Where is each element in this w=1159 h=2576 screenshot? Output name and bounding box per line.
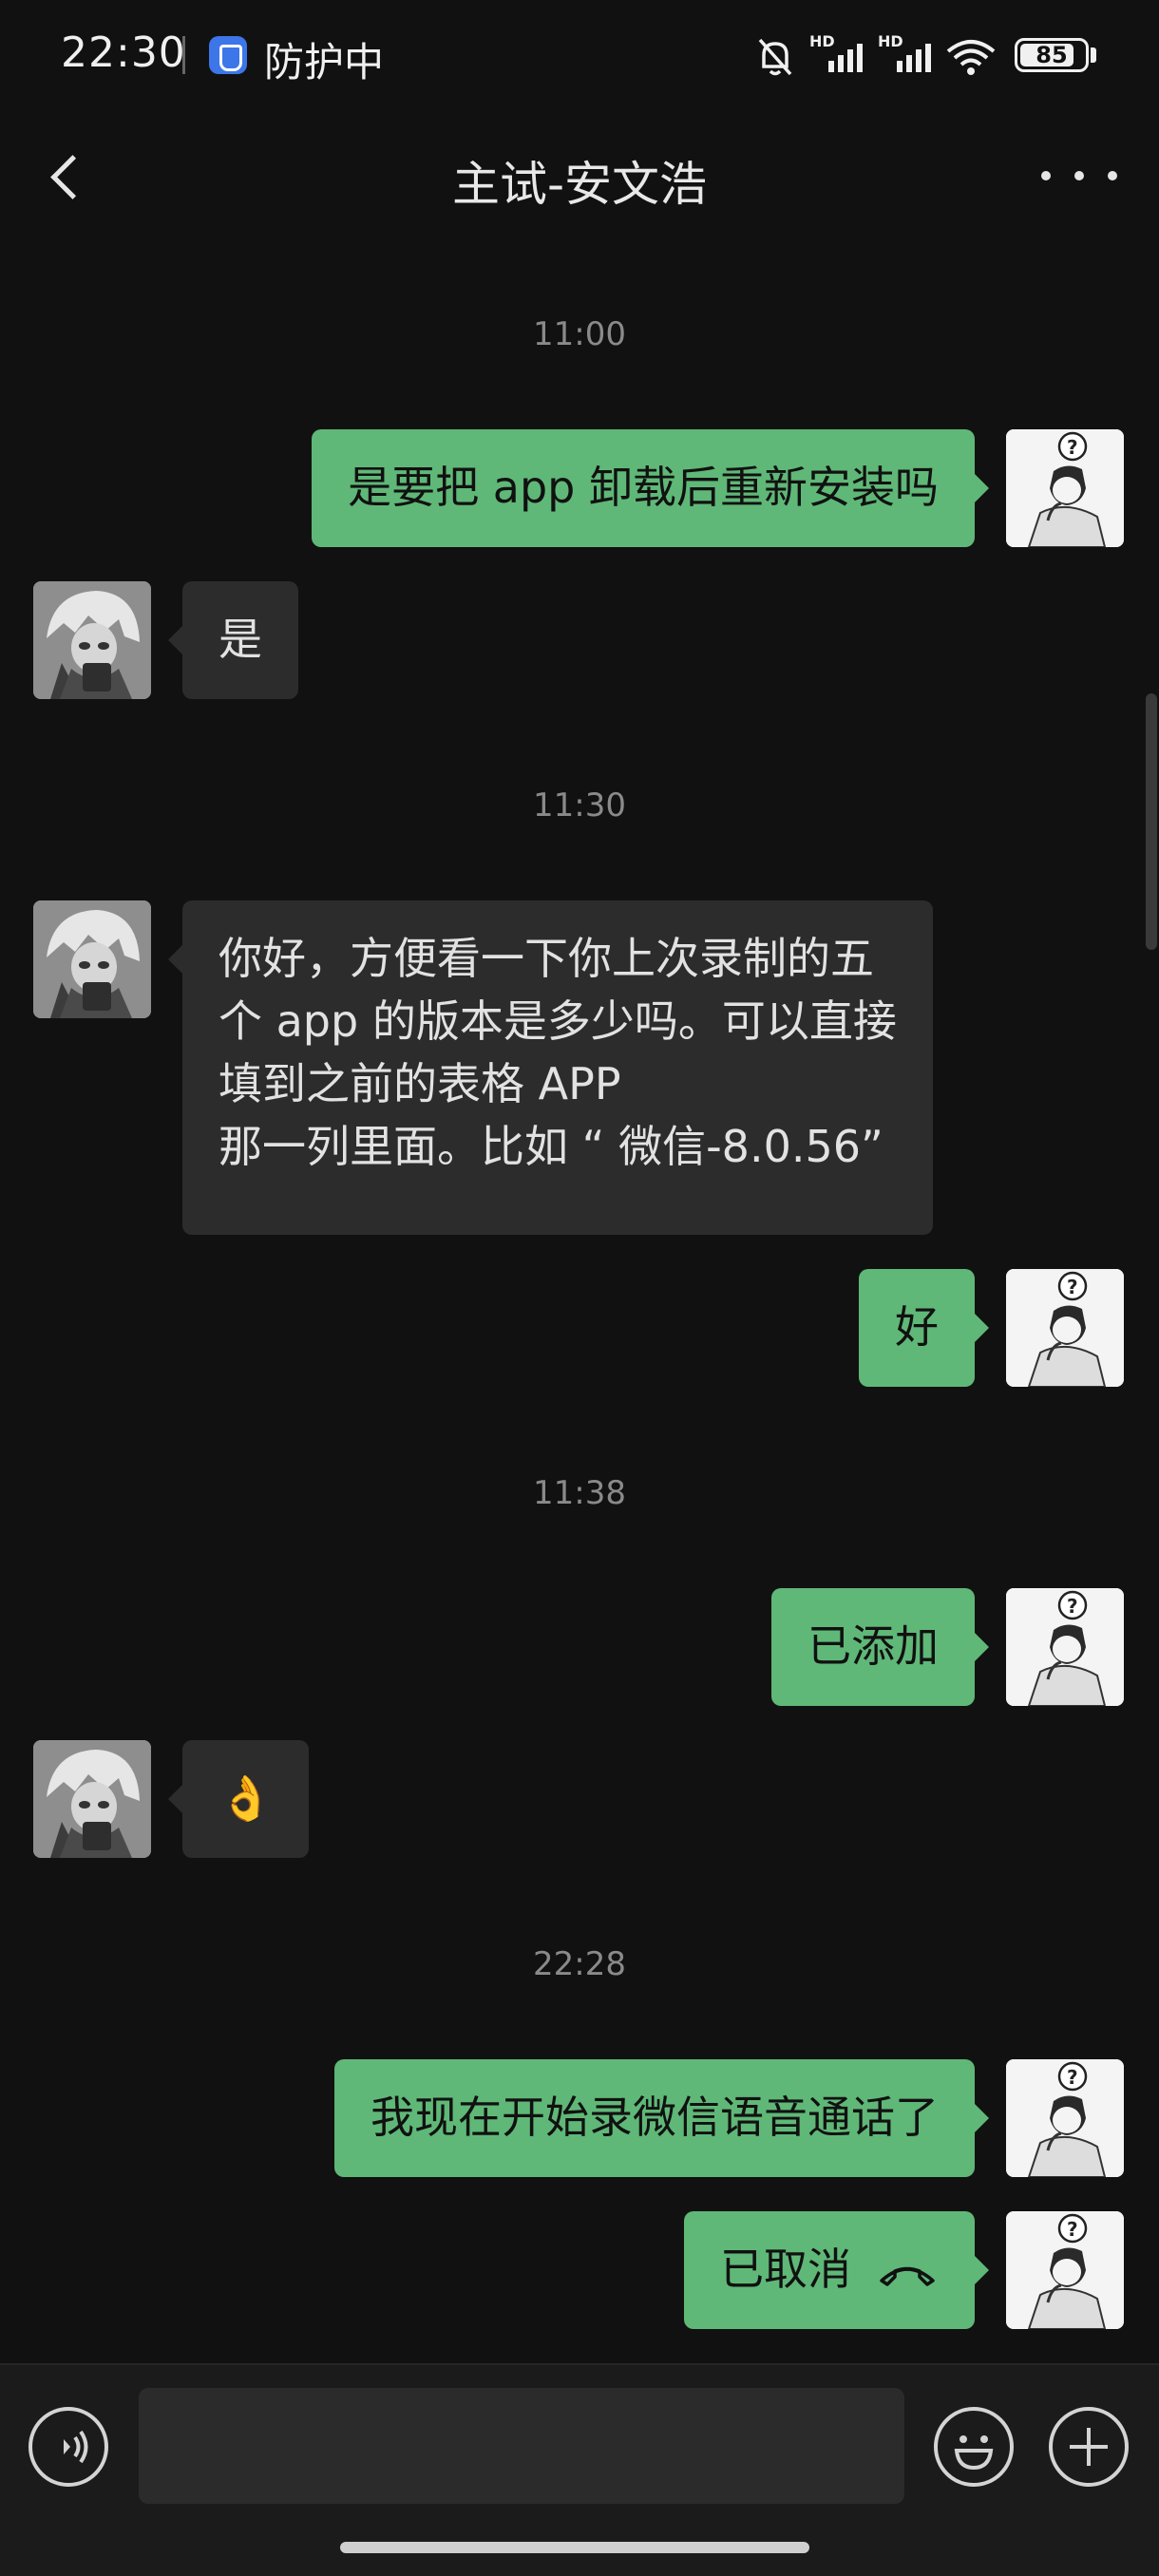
smiley-icon	[954, 2435, 994, 2471]
battery-percent: 85	[1036, 42, 1068, 68]
wifi-icon	[946, 40, 996, 75]
sent-message-bubble[interactable]: 是要把 app 卸载后重新安装吗	[312, 429, 989, 547]
home-indicator[interactable]	[340, 2542, 809, 2553]
message-text: 好	[895, 1301, 939, 1353]
plus-icon	[1070, 2428, 1108, 2466]
voice-input-button[interactable]	[28, 2407, 108, 2487]
sent-message-bubble[interactable]: 好	[859, 1269, 989, 1387]
status-time: 22:30	[61, 28, 186, 77]
svg-text:?: ?	[1067, 1276, 1078, 1298]
message-text: 我现在开始录微信语音通话了	[370, 2092, 939, 2143]
my-avatar[interactable]: ?	[1006, 2059, 1124, 2177]
my-avatar[interactable]: ?	[1006, 1269, 1124, 1387]
message-text: 你好，方便看一下你上次录制的五	[218, 933, 874, 984]
message-text: 已取消	[720, 2244, 851, 2295]
shield-icon	[209, 36, 247, 74]
message-text: 是	[218, 614, 262, 665]
more-actions-button[interactable]	[1049, 2407, 1129, 2487]
received-message-bubble[interactable]: 👌	[167, 1740, 310, 1858]
status-divider	[182, 36, 185, 74]
message-text: 👌	[218, 1772, 274, 1824]
more-options-button[interactable]	[1041, 161, 1117, 190]
message-text: 已添加	[808, 1620, 939, 1672]
chat-title: 主试-安文浩	[451, 157, 708, 212]
battery-icon: 85	[1015, 38, 1089, 72]
emoji-button[interactable]	[934, 2407, 1014, 2487]
call-record-bubble[interactable]: 已取消	[684, 2211, 989, 2329]
my-avatar[interactable]: ?	[1006, 2211, 1124, 2329]
voice-icon	[64, 2430, 88, 2464]
svg-text:?: ?	[1067, 2066, 1078, 2089]
signal-1-icon: HD	[809, 32, 863, 76]
contact-avatar[interactable]	[33, 1740, 151, 1858]
sent-message-bubble[interactable]: 已添加	[771, 1588, 989, 1706]
timestamp: 11:38	[533, 1474, 626, 1512]
svg-text:?: ?	[1067, 436, 1078, 459]
signal-2-icon: HD	[878, 32, 931, 76]
message-text: 填到之前的表格 APP	[218, 1058, 621, 1109]
message-text: 是要把 app 卸载后重新安装吗	[348, 462, 939, 513]
message-text: 那一列里面。比如 “ 微信-8.0.56”	[218, 1121, 884, 1172]
my-avatar[interactable]: ?	[1006, 1588, 1124, 1706]
chat-screen: 22:30 防护中 HD HD 85 主试-安文浩 11:00 ? 是要把 ap…	[0, 0, 1159, 2576]
svg-text:?: ?	[1067, 2218, 1078, 2241]
scrollbar[interactable]	[1146, 693, 1157, 950]
hang-up-icon	[880, 2266, 935, 2286]
protect-status-text: 防护中	[264, 39, 385, 85]
battery-tip	[1091, 47, 1096, 63]
status-bar: 22:30 防护中 HD HD 85	[0, 0, 1159, 114]
contact-avatar[interactable]	[33, 900, 151, 1018]
svg-text:?: ?	[1067, 1595, 1078, 1618]
my-avatar[interactable]: ?	[1006, 429, 1124, 547]
bell-off-icon	[758, 38, 792, 76]
chat-header: 主试-安文浩	[0, 114, 1159, 237]
received-message-bubble[interactable]: 是	[168, 581, 298, 699]
message-input[interactable]	[139, 2388, 904, 2504]
timestamp: 11:00	[533, 315, 626, 353]
timestamp: 11:30	[533, 786, 626, 824]
received-message-bubble[interactable]: 你好，方便看一下你上次录制的五个 app 的版本是多少吗。可以直接 填到之前的表格…	[168, 900, 933, 1235]
sent-message-bubble[interactable]: 我现在开始录微信语音通话了	[334, 2059, 989, 2177]
message-text: 个 app 的版本是多少吗。可以直接	[218, 995, 897, 1047]
timestamp: 22:28	[533, 1945, 626, 1983]
contact-avatar[interactable]	[33, 581, 151, 699]
